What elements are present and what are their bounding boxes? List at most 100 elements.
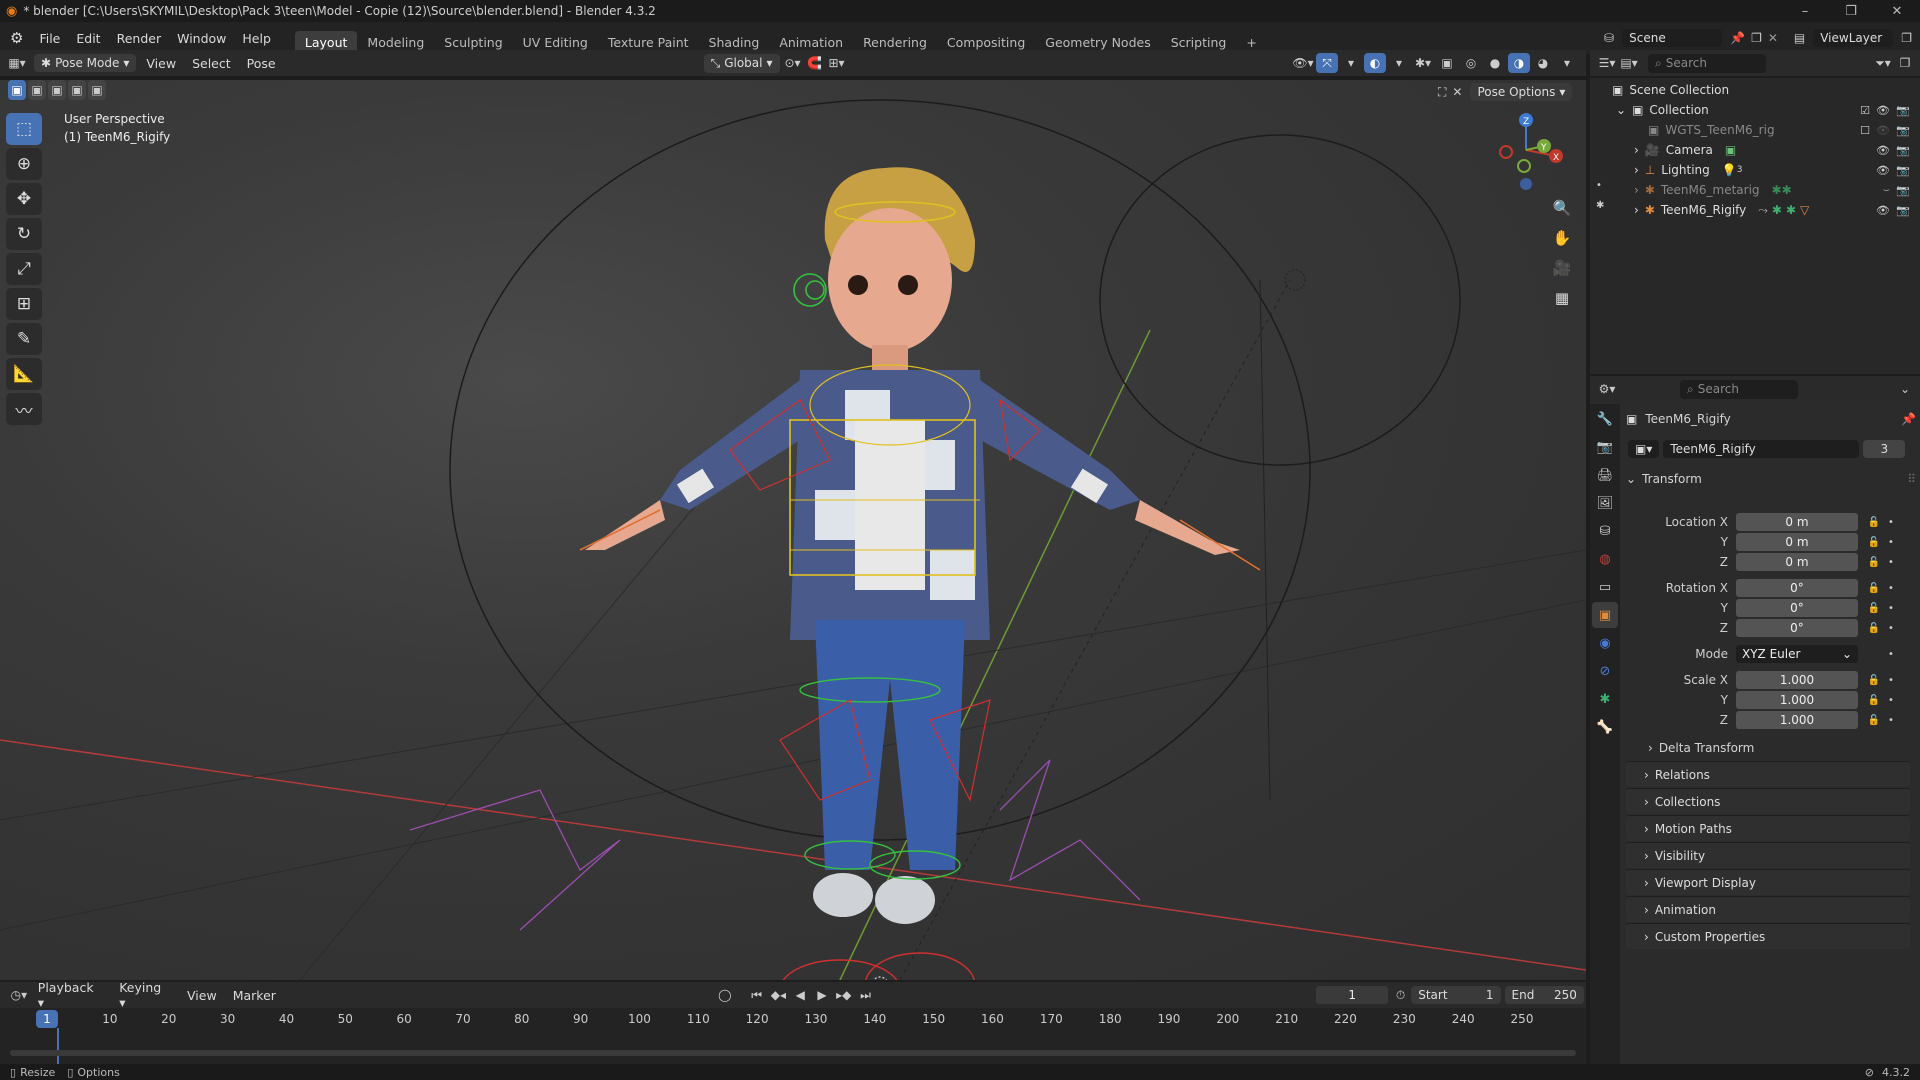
chevron-right-icon[interactable]: › [1634,143,1639,157]
ortho-grid-icon[interactable]: ▦ [1548,284,1576,312]
navigation-gizmo[interactable]: Z X Y [1490,110,1570,190]
render-tab-icon[interactable]: 📷 [1592,434,1618,460]
camera-render-icon[interactable]: 📷 [1896,184,1910,197]
outliner-scene-collection[interactable]: ▣ Scene Collection [1590,80,1920,100]
menu-select[interactable]: Select [184,56,239,71]
overlay-menu-icon[interactable]: ▾ [1388,53,1410,73]
panel-animation[interactable]: › Animation [1626,896,1910,922]
panel-custom-properties[interactable]: › Custom Properties [1626,923,1910,949]
menu-edit[interactable]: Edit [68,31,108,46]
view-layer-tab-icon[interactable]: 🖼 [1592,490,1618,516]
select-new-icon[interactable]: ▣ [8,80,26,100]
snap-target-icon[interactable]: ⊞▾ [826,53,848,73]
view-layer-icon[interactable]: ▤ [1794,31,1805,45]
keyframe-dot-icon[interactable]: • [1884,675,1898,686]
lock-icon[interactable]: 🔓 [1864,623,1884,634]
checkbox-icon[interactable]: ☑ [1860,104,1870,117]
blender-menu-icon[interactable]: ⚙ [10,29,23,47]
keyframe-dot-icon[interactable]: • [1884,537,1898,548]
panel-relations[interactable]: › Relations [1626,761,1910,787]
camera-render-icon[interactable]: 📷 [1896,144,1910,157]
select-invert-icon[interactable]: ▣ [68,80,86,100]
lock-icon[interactable]: 🔓 [1864,715,1884,726]
camera-view-icon[interactable]: 🎥 [1548,254,1576,282]
panel-visibility[interactable]: › Visibility [1626,842,1910,868]
scene-icon[interactable]: ⛁ [1604,31,1614,45]
lock-icon[interactable]: 🔓 [1864,557,1884,568]
menu-pose[interactable]: Pose [239,56,284,71]
collection-tab-icon[interactable]: ▭ [1592,574,1618,600]
move-tool-icon[interactable]: ✥ [6,183,42,215]
pan-hand-icon[interactable]: ✋ [1548,224,1576,252]
tool-settings-icon[interactable]: ⛶ [1438,85,1446,100]
3d-viewport[interactable]: User Perspective (1) TeenM6_Rigify ⛶ ✕ P… [0,80,1586,980]
zoom-icon[interactable]: 🔍 [1548,194,1576,222]
camera-render-icon[interactable]: 📷 [1896,164,1910,177]
keyframe-dot-icon[interactable]: • [1884,695,1898,706]
keyframe-dot-icon[interactable]: • [1884,623,1898,634]
armature-data-tab-icon[interactable]: ✱ [1592,686,1618,712]
menu-render[interactable]: Render [109,31,170,46]
measure-tool-icon[interactable]: 📐 [6,358,42,390]
scale-z-field[interactable]: 1.000 [1736,711,1858,729]
outliner-collection[interactable]: ⌄ ▣ Collection ☑ 👁 📷 [1590,100,1920,120]
outliner-item-lighting[interactable]: › ⊥ Lighting 💡 3 👁 📷 [1590,160,1920,180]
outliner-search-field[interactable]: ⌕ Search [1648,53,1766,73]
frame-ruler[interactable]: 1 10 20 30 40 50 60 70 80 90 100 110 120 130 140 150 16… [0,982,1586,1066]
properties-search-field[interactable]: ⌕ Search [1680,379,1798,399]
mode-selector[interactable]: ✱ Pose Mode ▾ [34,54,137,72]
select-intersect-icon[interactable]: ▣ [88,80,106,100]
close-button[interactable]: ✕ [1874,4,1920,19]
outliner-item-camera[interactable]: › 🎥 Camera ▣ 👁 📷 [1590,140,1920,160]
lock-icon[interactable]: 🔓 [1864,675,1884,686]
chevron-right-icon[interactable]: › [1634,183,1639,197]
keyframe-dot-icon[interactable]: • [1884,603,1898,614]
gizmo-toggle-icon[interactable]: ⤧ [1316,53,1338,73]
panel-viewport-display[interactable]: › Viewport Display [1626,869,1910,895]
tool-tab-icon[interactable]: 🔧 [1592,406,1618,432]
menu-view[interactable]: View [138,56,184,71]
scale-tool-icon[interactable]: ⤢ [6,253,42,285]
chevron-right-icon[interactable]: › [1634,203,1639,217]
delete-scene-icon[interactable]: ✕ [1768,31,1778,45]
new-view-layer-icon[interactable]: ❐ [1901,31,1912,45]
chevron-down-icon[interactable]: ⌄ [1616,103,1626,117]
lock-icon[interactable]: 🔓 [1864,517,1884,528]
pin-icon[interactable]: 📌 [1730,31,1745,45]
drag-handle-icon[interactable]: ⠿ [1907,472,1916,486]
properties-editor-type-icon[interactable]: ⚙▾ [1596,379,1618,399]
scale-y-field[interactable]: 1.000 [1736,691,1858,709]
lock-icon[interactable]: 🔓 [1864,583,1884,594]
timeline-scrollbar[interactable] [10,1050,1576,1056]
xray-icon[interactable]: ▣ [1436,53,1458,73]
eye-icon[interactable]: 👁 [1876,204,1890,217]
transform-panel-header[interactable]: ⌄ Transform ⠿ [1626,466,1916,492]
menu-help[interactable]: Help [234,31,279,46]
select-box-tool-icon[interactable]: ⬚ [6,113,42,145]
physics-tab-icon[interactable]: ◉ [1592,630,1618,656]
menu-window[interactable]: Window [169,31,234,46]
keyframe-dot-icon[interactable]: • [1884,583,1898,594]
location-y-field[interactable]: 0 m [1736,533,1858,551]
pivot-point-icon[interactable]: ⊙▾ [782,53,804,73]
shading-menu-icon[interactable]: ▾ [1556,53,1578,73]
eye-icon[interactable]: 👁 [1876,104,1890,117]
keyframe-dot-icon[interactable]: • [1884,715,1898,726]
scene-tab-icon[interactable]: ⛁ [1592,518,1618,544]
rotation-mode-select[interactable]: XYZ Euler ⌄ [1736,645,1858,663]
solid-shading-icon[interactable]: ● [1484,53,1506,73]
menu-file[interactable]: File [31,31,68,46]
view-layer-selector[interactable]: ViewLayer [1813,29,1894,47]
outliner-item-wgts[interactable]: ▣ WGTS_TeenM6_rig ☐ 👁 📷 [1590,120,1920,140]
rotation-z-field[interactable]: 0° [1736,619,1858,637]
new-scene-icon[interactable]: ❐ [1751,31,1762,45]
display-mode-icon[interactable]: ▤▾ [1618,53,1640,73]
camera-render-icon[interactable]: 📷 [1896,204,1910,217]
filter-icon[interactable]: ⏷▾ [1872,53,1894,73]
camera-render-icon[interactable]: 📷 [1896,104,1910,117]
new-collection-icon[interactable]: ❐ [1894,53,1916,73]
scene-selector[interactable]: Scene [1622,29,1723,47]
users-count[interactable]: 3 [1863,440,1906,458]
transform-tool-icon[interactable]: ⊞ [6,288,42,320]
output-tab-icon[interactable]: 🖨 [1592,462,1618,488]
